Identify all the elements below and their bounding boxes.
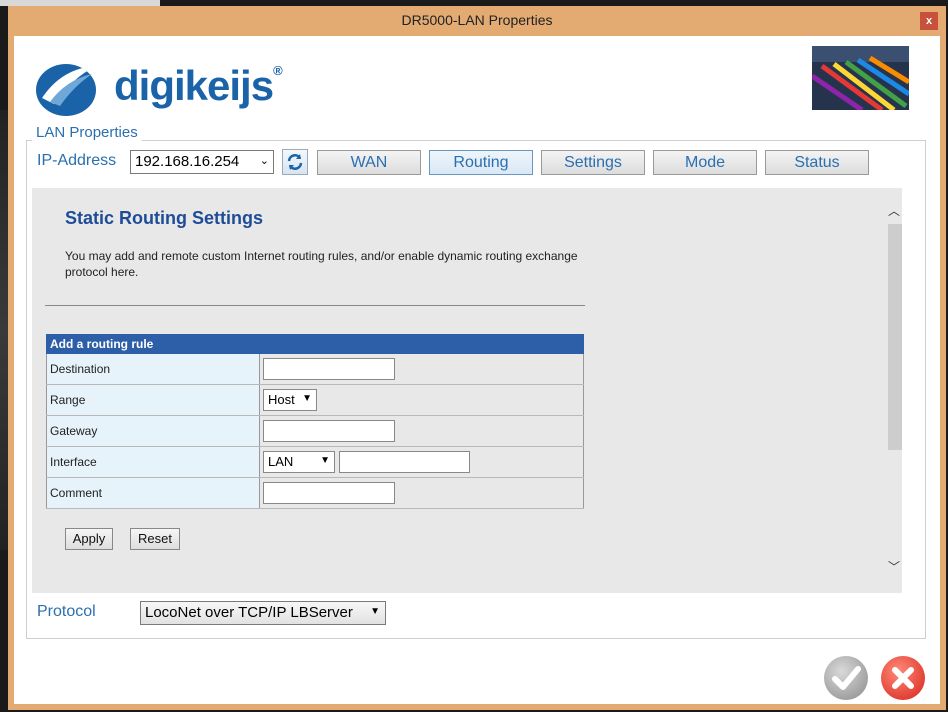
divider	[45, 305, 585, 306]
gateway-cell	[260, 416, 584, 446]
table-row: Gateway	[46, 416, 584, 447]
checkmark-icon	[832, 666, 861, 690]
properties-window: DR5000-LAN Properties x digikeijs® LAN P…	[8, 6, 946, 710]
refresh-icon	[287, 154, 303, 170]
window-client: digikeijs® LAN Properties IP-Address 192…	[14, 36, 940, 704]
tab-status[interactable]: Status	[765, 150, 869, 175]
routing-rule-table: Add a routing rule Destination Range Hos…	[46, 334, 584, 509]
page-description: You may add and remote custom Internet r…	[65, 249, 578, 279]
tab-wan[interactable]: WAN	[317, 150, 421, 175]
gateway-label: Gateway	[46, 416, 260, 446]
range-label: Range	[46, 385, 260, 415]
destination-cell	[260, 354, 584, 384]
destination-label: Destination	[46, 354, 260, 384]
protocol-value: LocoNet over TCP/IP LBServer	[145, 604, 353, 621]
range-select[interactable]: Host ▼	[263, 389, 317, 411]
ok-button[interactable]	[824, 656, 868, 700]
ip-address-value: 192.168.16.254	[135, 153, 240, 170]
comment-label: Comment	[46, 478, 260, 508]
table-row: Range Host ▼	[46, 385, 584, 416]
tab-mode[interactable]: Mode	[653, 150, 757, 175]
gateway-input[interactable]	[263, 420, 395, 442]
table-row: Interface LAN ▼	[46, 447, 584, 478]
page-title: Static Routing Settings	[65, 208, 263, 228]
interface-select[interactable]: LAN ▼	[263, 451, 335, 473]
tab-routing[interactable]: Routing	[429, 150, 533, 175]
group-label: LAN Properties	[32, 124, 142, 141]
range-cell: Host ▼	[260, 385, 584, 415]
reset-button[interactable]: Reset	[130, 528, 180, 550]
chevron-down-icon: ▼	[302, 393, 312, 404]
destination-input[interactable]	[263, 358, 395, 380]
scroll-up-icon[interactable]: ︿	[887, 202, 901, 219]
logo-mark-icon	[36, 64, 96, 116]
close-button[interactable]: x	[920, 12, 938, 30]
close-icon	[892, 667, 914, 689]
interface-value: LAN	[268, 454, 294, 469]
chevron-down-icon: ▼	[370, 606, 380, 617]
logo-wordmark: digikeijs®	[114, 62, 283, 109]
refresh-button[interactable]	[282, 149, 308, 175]
apply-button[interactable]: Apply	[65, 528, 113, 550]
table-row: Destination	[46, 354, 584, 385]
network-cables-image	[812, 46, 909, 110]
comment-cell	[260, 478, 584, 508]
cancel-button[interactable]	[881, 656, 925, 700]
ip-address-select[interactable]: 192.168.16.254 ⌄	[130, 150, 274, 174]
interface-label: Interface	[46, 447, 260, 477]
scroll-down-icon[interactable]: ﹀	[887, 558, 901, 575]
chevron-down-icon: ▼	[320, 455, 330, 466]
panel-scrollbar[interactable]: ︿ ﹀	[886, 188, 902, 593]
title-bar[interactable]: DR5000-LAN Properties x	[8, 6, 946, 36]
ip-address-label: IP-Address	[37, 152, 117, 169]
scrollbar-thumb[interactable]	[888, 224, 902, 450]
chevron-down-icon: ⌄	[259, 155, 269, 167]
digikeijs-logo: digikeijs®	[32, 58, 283, 118]
range-value: Host	[268, 392, 295, 407]
window-title: DR5000-LAN Properties	[401, 12, 553, 28]
protocol-label: Protocol	[37, 603, 96, 620]
interface-input[interactable]	[339, 451, 470, 473]
table-row: Comment	[46, 478, 584, 509]
interface-cell: LAN ▼	[260, 447, 584, 477]
table-header: Add a routing rule	[46, 334, 584, 354]
tab-settings[interactable]: Settings	[541, 150, 645, 175]
protocol-select[interactable]: LocoNet over TCP/IP LBServer ▼	[140, 601, 386, 625]
comment-input[interactable]	[263, 482, 395, 504]
